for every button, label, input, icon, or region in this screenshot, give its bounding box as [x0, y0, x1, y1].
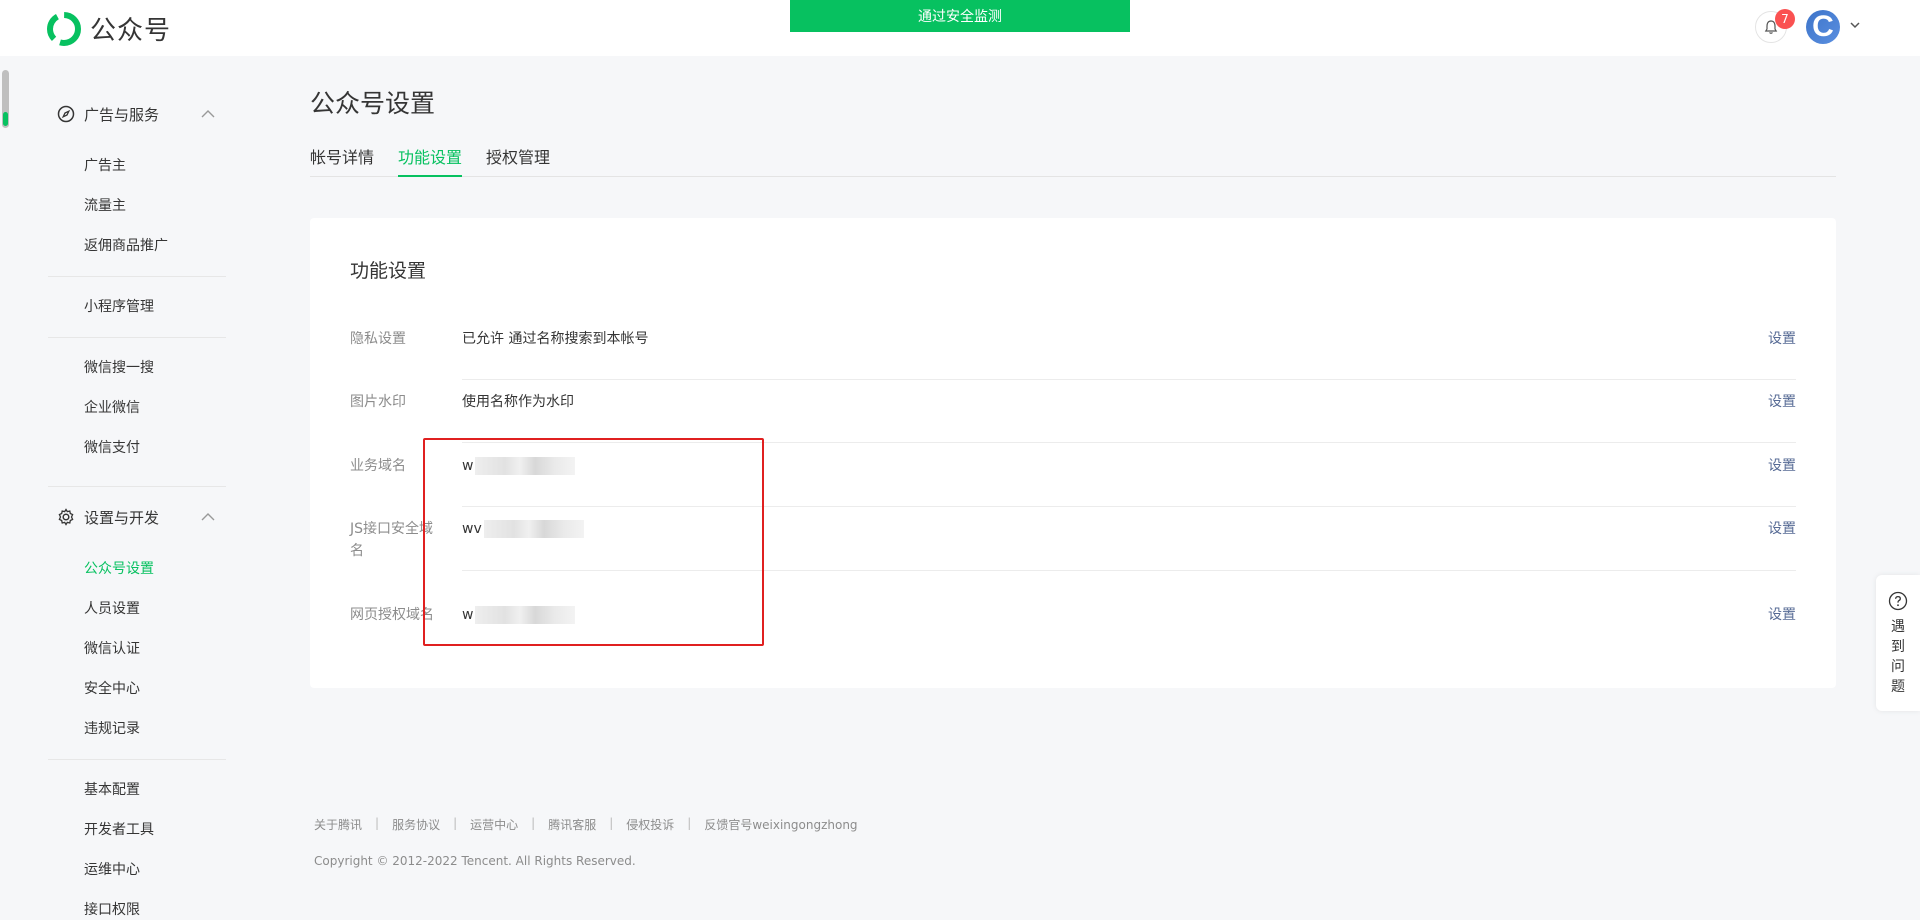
- footer: 关于腾讯 | 服务协议 | 运营中心 | 腾讯客服 | 侵权投诉 | 反馈官号w…: [314, 816, 858, 833]
- tab-account-details[interactable]: 帐号详情: [310, 144, 374, 177]
- help-label: 遇到问题: [1891, 619, 1905, 695]
- avatar[interactable]: C: [1806, 10, 1840, 44]
- sidebar-item-wechat-search[interactable]: 微信搜一搜: [84, 358, 154, 378]
- sidebar-group-label: 广告与服务: [84, 105, 160, 124]
- sidebar-item-security-center[interactable]: 安全中心: [84, 679, 140, 699]
- footer-separator: |: [531, 816, 536, 830]
- sidebar-item-basic-config[interactable]: 基本配置: [84, 780, 140, 800]
- page-title: 公众号设置: [310, 89, 436, 118]
- footer-separator: |: [609, 816, 614, 830]
- footer-separator: |: [687, 816, 692, 830]
- logo-text: 公众号: [90, 16, 172, 46]
- watermark-settings-link[interactable]: 设置: [1768, 391, 1796, 413]
- sidebar-item-advertiser[interactable]: 广告主: [84, 156, 126, 176]
- compass-icon: [57, 105, 75, 123]
- sidebar-group-ads[interactable]: 广告与服务: [48, 94, 226, 134]
- footer-link-terms[interactable]: 服务协议: [392, 816, 440, 833]
- row-value: 已允许 通过名称搜索到本帐号: [462, 331, 649, 347]
- sidebar-item-ops-center[interactable]: 运维中心: [84, 860, 140, 880]
- sidebar-item-miniprogram[interactable]: 小程序管理: [84, 297, 154, 317]
- card-title: 功能设置: [350, 260, 427, 282]
- sidebar-group-label: 设置与开发: [84, 508, 160, 527]
- gear-icon: [58, 508, 74, 526]
- notification-badge: 7: [1775, 9, 1795, 29]
- sidebar-item-wechat-pay[interactable]: 微信支付: [84, 438, 140, 458]
- tab-authorization[interactable]: 授权管理: [486, 144, 550, 177]
- sidebar-item-wechat-verify[interactable]: 微信认证: [84, 639, 140, 659]
- top-bar: 公众号 通过安全监测 7 C: [0, 0, 1920, 56]
- sidebar-group-settings[interactable]: 设置与开发: [48, 497, 226, 537]
- sidebar-item-violation-records[interactable]: 违规记录: [84, 719, 140, 739]
- oauth-domain-settings-link[interactable]: 设置: [1768, 604, 1796, 626]
- footer-separator: |: [375, 816, 380, 830]
- footer-separator: |: [453, 816, 458, 830]
- help-button[interactable]: 遇到问题: [1876, 575, 1920, 711]
- sidebar-item-wecom[interactable]: 企业微信: [84, 398, 140, 418]
- row-divider: [462, 379, 1796, 380]
- row-label: 隐私设置: [350, 331, 406, 347]
- chevron-down-icon[interactable]: [1848, 18, 1862, 32]
- wechat-official-logo-icon: [47, 11, 81, 46]
- sidebar-item-commission-promo[interactable]: 返佣商品推广: [84, 236, 168, 256]
- sidebar-divider: [48, 337, 226, 338]
- js-domain-settings-link[interactable]: 设置: [1768, 518, 1796, 540]
- sidebar-divider: [48, 276, 226, 277]
- footer-link-ops-center[interactable]: 运营中心: [470, 816, 518, 833]
- avatar-letter: C: [1812, 10, 1834, 43]
- page-scrollbar[interactable]: [2, 70, 9, 128]
- security-banner: 通过安全监测: [790, 0, 1130, 32]
- sidebar-item-account-settings[interactable]: 公众号设置: [84, 559, 154, 579]
- footer-links: 关于腾讯 | 服务协议 | 运营中心 | 腾讯客服 | 侵权投诉 | 反馈官号w…: [314, 816, 858, 833]
- sidebar-divider: [48, 486, 226, 487]
- privacy-settings-link[interactable]: 设置: [1768, 328, 1796, 350]
- business-domain-settings-link[interactable]: 设置: [1768, 455, 1796, 477]
- footer-link-infringement[interactable]: 侵权投诉: [626, 816, 674, 833]
- sidebar-item-api-permissions[interactable]: 接口权限: [84, 900, 140, 920]
- tab-feature-settings[interactable]: 功能设置: [398, 144, 463, 177]
- annotation-highlight-box: [423, 438, 764, 646]
- sidebar-item-traffic-owner[interactable]: 流量主: [84, 196, 126, 216]
- footer-link-support[interactable]: 腾讯客服: [548, 816, 596, 833]
- logo[interactable]: 公众号: [46, 10, 171, 47]
- chevron-up-icon: [201, 110, 215, 118]
- sidebar-item-member-settings[interactable]: 人员设置: [84, 599, 140, 619]
- footer-link-feedback[interactable]: 反馈官号weixingongzhong: [704, 816, 857, 833]
- row-value: 使用名称作为水印: [462, 394, 574, 410]
- chevron-up-icon: [201, 513, 215, 521]
- sidebar-divider: [48, 759, 226, 760]
- row-label: 图片水印: [350, 394, 406, 410]
- copyright: Copyright © 2012-2022 Tencent. All Right…: [314, 854, 636, 868]
- sidebar-item-dev-tools[interactable]: 开发者工具: [84, 820, 154, 840]
- question-circle-icon: [1888, 591, 1908, 611]
- footer-link-about[interactable]: 关于腾讯: [314, 816, 362, 833]
- tab-bar: 帐号详情 功能设置 授权管理: [310, 144, 1836, 177]
